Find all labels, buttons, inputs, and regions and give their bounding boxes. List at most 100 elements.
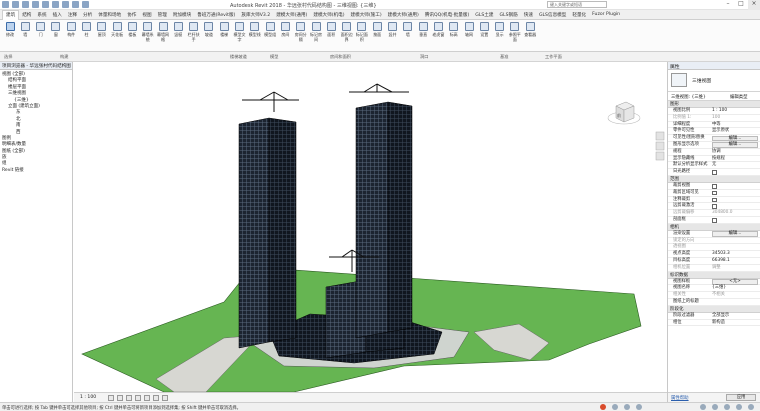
- visual-style-icon[interactable]: [117, 395, 123, 401]
- drag-elements-icon[interactable]: [748, 404, 754, 410]
- temp-hide-icon[interactable]: [162, 395, 168, 401]
- property-section-header[interactable]: 标识数据: [668, 271, 760, 279]
- ribbon-tab[interactable]: 族库大师V3.2: [238, 12, 273, 18]
- property-value[interactable]: 全部显示: [712, 313, 729, 320]
- property-edit-button[interactable]: <无>: [712, 279, 758, 285]
- ribbon-tab[interactable]: 附加模块: [170, 12, 194, 18]
- ribbon-button[interactable]: 显示: [493, 22, 507, 37]
- ribbon-button[interactable]: 楼板: [125, 22, 139, 37]
- filter-icon[interactable]: [700, 404, 706, 410]
- ribbon-button[interactable]: 标记房间: [309, 22, 323, 42]
- select-underlay-icon[interactable]: [736, 404, 742, 410]
- ribbon-tab[interactable]: 管理: [155, 12, 170, 18]
- measure-icon[interactable]: [62, 1, 69, 8]
- show-crop-icon[interactable]: [153, 395, 159, 401]
- property-value[interactable]: {三维}: [712, 285, 726, 292]
- ribbon-button[interactable]: 参照平面: [508, 22, 522, 42]
- ribbon-tab[interactable]: GLS钢筋: [497, 12, 521, 18]
- ribbon-tab[interactable]: 建筑: [2, 9, 20, 20]
- property-checkbox[interactable]: [712, 217, 717, 223]
- property-section-header[interactable]: 相机: [668, 223, 760, 231]
- property-checkbox[interactable]: [712, 204, 717, 209]
- ribbon-tab[interactable]: 腾讯QQ(机电·批量版): [422, 12, 472, 18]
- select-links-icon[interactable]: [712, 404, 718, 410]
- ribbon-button[interactable]: 幕墙网格: [156, 22, 170, 42]
- ribbon-tab[interactable]: 协作: [124, 12, 139, 18]
- ribbon-button[interactable]: 设置: [477, 22, 491, 37]
- ime-icon[interactable]: [600, 404, 606, 410]
- property-checkbox[interactable]: [712, 183, 717, 189]
- ribbon-tab[interactable]: 视图: [139, 12, 154, 18]
- ribbon-button[interactable]: 模型线: [248, 22, 262, 37]
- ribbon-button[interactable]: 面积: [324, 22, 338, 37]
- properties-help-link[interactable]: 属性帮助: [671, 395, 689, 401]
- shadows-icon[interactable]: [135, 395, 141, 401]
- ribbon-button[interactable]: 修改: [3, 22, 17, 37]
- sun-path-icon[interactable]: [126, 395, 132, 401]
- ribbon-button[interactable]: 柱: [80, 22, 94, 37]
- property-edit-button[interactable]: 编辑...: [712, 135, 758, 142]
- ribbon-tab[interactable]: 建模大师(通用): [273, 12, 310, 18]
- property-section-header[interactable]: 范围: [668, 175, 760, 183]
- ribbon-button[interactable]: 竖井: [386, 22, 400, 37]
- search-input[interactable]: 键入关键字或短语: [547, 1, 607, 8]
- select-pinned-icon[interactable]: [724, 404, 730, 410]
- quick-access-toolbar[interactable]: [2, 1, 89, 8]
- ribbon-button[interactable]: 门: [34, 22, 48, 37]
- ribbon-button[interactable]: 墙: [18, 22, 32, 37]
- ribbon-button[interactable]: 按面: [370, 22, 384, 37]
- ribbon-button[interactable]: 房间: [278, 22, 292, 37]
- print-icon[interactable]: [52, 1, 59, 8]
- ribbon-tab[interactable]: 轻量化: [569, 12, 589, 18]
- property-checkbox[interactable]: [712, 170, 717, 175]
- crop-view-icon[interactable]: [144, 395, 150, 401]
- ribbon-tab[interactable]: 快速: [521, 12, 536, 18]
- 3d-view-icon[interactable]: [82, 1, 89, 8]
- property-value[interactable]: 协调: [712, 149, 721, 156]
- property-value[interactable]: 1 : 100: [712, 108, 727, 115]
- tray-icon[interactable]: [624, 404, 630, 410]
- minimize-icon[interactable]: –: [722, 0, 734, 10]
- property-checkbox[interactable]: [712, 197, 717, 203]
- text-icon[interactable]: [72, 1, 79, 8]
- tree-item[interactable]: Revit 链接: [0, 168, 72, 174]
- property-value[interactable]: 显示原状: [712, 128, 729, 135]
- property-section-header[interactable]: 阶段化: [668, 305, 760, 313]
- ribbon-button[interactable]: 构件: [64, 22, 78, 37]
- ribbon-tab[interactable]: 体量和场地: [95, 12, 124, 18]
- property-value[interactable]: 无: [712, 162, 716, 169]
- ribbon-button[interactable]: 模型组: [263, 22, 277, 37]
- tray-icon[interactable]: [612, 404, 618, 410]
- apply-button[interactable]: 应用: [726, 394, 756, 401]
- property-value[interactable]: 新构造: [712, 320, 725, 327]
- ribbon-tab[interactable]: Fuzor Plugin: [589, 12, 623, 17]
- ribbon-button[interactable]: 标高: [447, 22, 461, 37]
- ribbon-tab[interactable]: GLS信息模型: [536, 12, 569, 18]
- instance-selector[interactable]: 三维视图: {三维} 编辑类型: [668, 92, 760, 101]
- ribbon-tab[interactable]: GLS土建: [472, 12, 496, 18]
- ribbon-button[interactable]: 面积边界: [340, 22, 354, 42]
- property-edit-button[interactable]: 编辑...: [712, 231, 758, 237]
- ribbon-button[interactable]: 墙: [401, 22, 415, 37]
- property-checkbox[interactable]: [712, 190, 717, 196]
- ribbon-button[interactable]: 轴网: [462, 22, 476, 37]
- ribbon-tab[interactable]: 鲁班万通(Revit版): [194, 12, 238, 18]
- undo-icon[interactable]: [32, 1, 39, 8]
- ribbon-button[interactable]: 查看器: [523, 22, 537, 37]
- ribbon-tab[interactable]: 注释: [65, 12, 80, 18]
- maximize-icon[interactable]: □: [735, 0, 747, 10]
- revit-logo-icon[interactable]: [2, 1, 9, 8]
- property-value[interactable]: 34503.3: [712, 251, 730, 258]
- property-value[interactable]: 66398.1: [712, 258, 730, 265]
- 3d-viewport[interactable]: 前: [74, 62, 667, 392]
- ribbon-button[interactable]: 老虎窗: [431, 22, 445, 37]
- ribbon-button[interactable]: 天花板: [110, 22, 124, 37]
- detail-level-icon[interactable]: [108, 395, 114, 401]
- ribbon-button[interactable]: 栏杆扶手: [187, 22, 201, 42]
- view-scale[interactable]: 1 : 100: [80, 395, 96, 400]
- ribbon-button[interactable]: 屋顶: [95, 22, 109, 37]
- ribbon-button[interactable]: 竖梃: [171, 22, 185, 37]
- ribbon-button[interactable]: 模型文字: [233, 22, 247, 42]
- ribbon-button[interactable]: 房间分隔: [294, 22, 308, 42]
- property-section-header[interactable]: 图形: [668, 101, 760, 108]
